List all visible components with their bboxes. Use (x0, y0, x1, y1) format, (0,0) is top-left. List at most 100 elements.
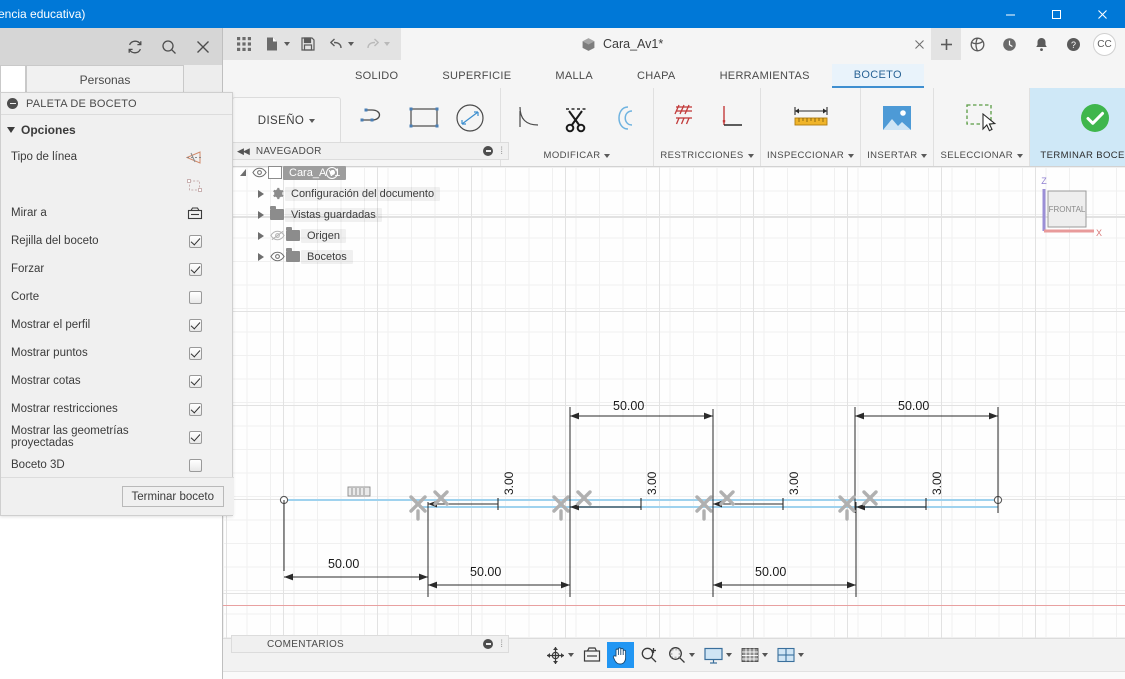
mostrar-el-perfil-checkbox[interactable] (188, 318, 202, 332)
new-tab-icon[interactable] (931, 28, 961, 60)
workspace-selector[interactable]: DISEÑO (232, 97, 341, 144)
mostrar-restricciones-checkbox[interactable] (188, 402, 202, 416)
select-window-icon[interactable] (962, 95, 1002, 141)
fix-constraint-icon[interactable] (664, 95, 704, 141)
sketch-palette-options-section[interactable]: Opciones (1, 115, 232, 143)
palette-row-mostrar-cotas[interactable]: Mostrar cotas (1, 367, 232, 395)
document-tab[interactable]: Cara_Av1* (573, 28, 671, 60)
palette-row-mostrar-restricciones[interactable]: Mostrar restricciones (1, 395, 232, 423)
mostrar-puntos-checkbox[interactable] (188, 346, 202, 360)
new-file-icon[interactable] (259, 31, 285, 57)
ribbon-tab-boceto[interactable]: BOCETO (831, 64, 924, 88)
ribbon-tab-chapa[interactable]: CHAPA (615, 64, 698, 88)
ribbon-group-label-terminar-boceto[interactable]: TERMINAR BOCETO (1040, 148, 1125, 166)
chevron-down-icon[interactable] (348, 42, 354, 46)
expand-toggle[interactable] (235, 169, 251, 176)
extensions-icon[interactable] (961, 28, 993, 60)
pan-hand-icon[interactable] (607, 642, 634, 668)
dimension-label-3-4[interactable]: 3.00 (930, 472, 944, 495)
resize-grip-icon[interactable]: ⁞ (500, 639, 503, 650)
save-icon[interactable] (295, 31, 321, 57)
zoom-window-icon[interactable] (664, 642, 698, 668)
ribbon-group-label-inspeccionar[interactable]: INSPECCIONAR (767, 148, 855, 166)
resize-grip-icon[interactable]: ⁞ (500, 146, 503, 157)
insert-image-icon[interactable] (877, 95, 917, 141)
circle-diameter-icon[interactable] (450, 95, 490, 141)
palette-row-boceto-3d[interactable]: Boceto 3D (1, 451, 232, 479)
rejilla-del-boceto-checkbox[interactable] (188, 234, 202, 248)
palette-row-geometrias-proyectadas[interactable]: Mostrar las geometrías proyectadas (1, 423, 232, 451)
minimize-panel-icon[interactable] (483, 639, 494, 649)
ribbon-group-label-seleccionar[interactable]: SELECCIONAR (940, 148, 1023, 166)
dimension-label-50-5[interactable]: 50.00 (898, 399, 929, 413)
tree-row-configuracion-documento[interactable]: Configuración del documento (231, 183, 509, 204)
dimension-label-50-3[interactable]: 50.00 (613, 399, 644, 413)
tree-row-vistas-guardadas[interactable]: Vistas guardadas (231, 204, 509, 225)
forzar-checkbox[interactable] (188, 262, 202, 276)
palette-row-mostrar-puntos[interactable]: Mostrar puntos (1, 339, 232, 367)
data-panel-tab-personas[interactable]: Personas (26, 65, 184, 93)
help-icon[interactable]: ? (1057, 28, 1089, 60)
display-settings-icon[interactable] (700, 642, 735, 668)
zoom-icon[interactable] (636, 642, 662, 668)
palette-row-tipo-de-linea[interactable]: Tipo de línea (1, 143, 232, 171)
collapse-left-icon[interactable]: ◀◀ (237, 146, 250, 157)
corte-checkbox[interactable] (188, 290, 202, 304)
close-tab-icon[interactable] (906, 28, 932, 60)
perpendicular-constraint-icon[interactable] (710, 95, 750, 141)
look-at-icon[interactable] (186, 206, 204, 221)
recent-icon[interactable] (993, 28, 1025, 60)
search-icon[interactable] (160, 38, 178, 56)
offset-icon[interactable] (603, 95, 643, 141)
chevron-down-icon[interactable] (384, 42, 390, 46)
visibility-eye-icon[interactable] (251, 167, 267, 178)
data-panel-tab-blank[interactable] (0, 65, 26, 93)
terminar-boceto-button[interactable]: Terminar boceto (121, 486, 224, 507)
visibility-eye-off-icon[interactable] (269, 230, 285, 241)
boceto-3d-checkbox[interactable] (188, 458, 202, 472)
expand-toggle[interactable] (253, 252, 269, 261)
close-icon[interactable] (194, 38, 212, 56)
sketch-timeline-marker-icon[interactable] (389, 676, 423, 679)
ribbon-tab-malla[interactable]: MALLA (533, 64, 615, 88)
view-cube[interactable]: FRONTAL Z X (1032, 173, 1104, 239)
trim-scissors-icon[interactable] (557, 95, 597, 141)
line-icon[interactable] (358, 95, 398, 141)
expand-toggle[interactable] (253, 231, 269, 240)
finish-sketch-check-icon[interactable] (1075, 95, 1115, 141)
tree-row-bocetos[interactable]: Bocetos (231, 246, 509, 267)
mostrar-cotas-checkbox[interactable] (188, 374, 202, 388)
notifications-icon[interactable] (1025, 28, 1057, 60)
rectangle-icon[interactable] (404, 95, 444, 141)
line-type-icon[interactable] (186, 150, 204, 165)
minimize-icon[interactable] (987, 0, 1033, 28)
orbit-icon[interactable] (542, 642, 577, 668)
expand-toggle[interactable] (253, 189, 269, 198)
palette-row-rejilla-del-boceto[interactable]: Rejilla del boceto (1, 227, 232, 255)
visibility-eye-icon[interactable] (269, 251, 285, 262)
grid-snaps-icon[interactable] (737, 642, 771, 668)
expand-toggle[interactable] (253, 210, 269, 219)
construction-geometry-icon[interactable] (186, 178, 204, 193)
redo-icon[interactable] (359, 31, 385, 57)
dimension-label-3-1[interactable]: 3.00 (502, 472, 516, 495)
grid-apps-icon[interactable] (231, 31, 257, 57)
palette-row-forzar[interactable]: Forzar (1, 255, 232, 283)
viewports-icon[interactable] (773, 642, 807, 668)
palette-row-mirar-a[interactable]: Mirar a (1, 199, 232, 227)
minimize-panel-icon[interactable] (7, 98, 18, 109)
ribbon-group-label-modificar[interactable]: MODIFICAR (544, 148, 611, 166)
undo-icon[interactable] (323, 31, 349, 57)
palette-row-construction[interactable] (1, 171, 232, 199)
close-icon[interactable] (1079, 0, 1125, 28)
refresh-icon[interactable] (126, 38, 144, 56)
palette-row-mostrar-el-perfil[interactable]: Mostrar el perfil (1, 311, 232, 339)
dimension-label-50-2[interactable]: 50.00 (470, 565, 501, 579)
tree-row-cara-a[interactable]: Cara_A v1 (231, 162, 509, 183)
ribbon-group-label-restricciones[interactable]: RESTRICCIONES (660, 148, 754, 166)
measure-icon[interactable] (791, 95, 831, 141)
chevron-down-icon[interactable] (284, 42, 290, 46)
dimension-label-50-4[interactable]: 50.00 (755, 565, 786, 579)
activate-component-radio[interactable] (324, 166, 340, 179)
ribbon-tab-superficie[interactable]: SUPERFICIE (420, 64, 533, 88)
